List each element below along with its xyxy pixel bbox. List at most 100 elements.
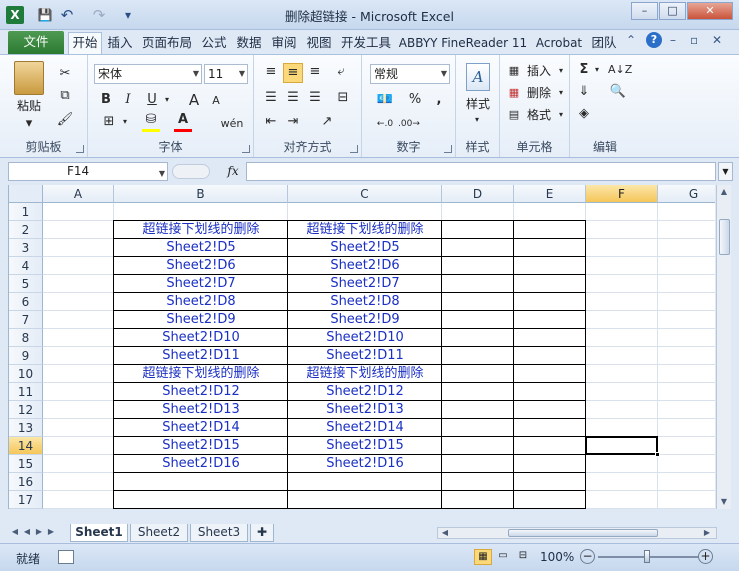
page-layout-view-icon[interactable]: ▭: [494, 549, 512, 565]
scroll-left-icon[interactable]: ◀: [440, 528, 450, 538]
align-left-icon[interactable]: ☰: [262, 89, 280, 107]
row-header-3[interactable]: 3: [9, 239, 43, 257]
tab-team[interactable]: 团队: [590, 34, 618, 54]
italic-button[interactable]: I: [120, 91, 136, 109]
cell-c9[interactable]: Sheet2!D11: [288, 347, 442, 365]
tab-insert[interactable]: 插入: [106, 34, 134, 54]
increase-indent-icon[interactable]: ⇥: [284, 113, 302, 131]
macro-record-icon[interactable]: [58, 550, 74, 564]
cell-b4[interactable]: Sheet2!D6: [114, 257, 288, 275]
fill-icon[interactable]: ⇓: [576, 83, 592, 101]
vertical-scrollbar[interactable]: ▲ ▼: [716, 185, 731, 509]
insert-dropdown-icon[interactable]: ▾: [556, 62, 566, 80]
doc-restore-icon[interactable]: ▫: [690, 33, 698, 47]
find-select-icon[interactable]: 🔍: [608, 83, 628, 101]
collapse-ribbon-icon[interactable]: ⌃: [626, 33, 636, 47]
cell-c7[interactable]: Sheet2!D9: [288, 311, 442, 329]
column-header-f[interactable]: F: [586, 185, 658, 203]
doc-minimize-icon[interactable]: –: [670, 33, 676, 47]
select-all-corner[interactable]: [9, 185, 43, 203]
align-top-icon[interactable]: ≡: [262, 63, 280, 81]
tab-home[interactable]: 开始: [68, 32, 102, 55]
cell-c15[interactable]: Sheet2!D16: [288, 455, 442, 473]
zoom-slider-thumb[interactable]: [644, 550, 650, 563]
paste-icon[interactable]: [14, 61, 44, 95]
font-launcher-icon[interactable]: [242, 145, 250, 153]
underline-button[interactable]: U: [144, 91, 160, 109]
delete-dropdown-icon[interactable]: ▾: [556, 84, 566, 102]
delete-cells-button[interactable]: 删除: [524, 84, 554, 102]
font-size-select[interactable]: 11 ▼: [204, 64, 248, 84]
vertical-scroll-thumb[interactable]: [719, 219, 730, 255]
formula-input[interactable]: [246, 162, 716, 181]
tab-review[interactable]: 审阅: [270, 34, 298, 54]
cell-b12[interactable]: Sheet2!D13: [114, 401, 288, 419]
cell-b3[interactable]: Sheet2!D5: [114, 239, 288, 257]
cell-c11[interactable]: Sheet2!D12: [288, 383, 442, 401]
cell-c3[interactable]: Sheet2!D5: [288, 239, 442, 257]
column-header-e[interactable]: E: [514, 185, 586, 203]
cell-b9[interactable]: Sheet2!D11: [114, 347, 288, 365]
column-header-a[interactable]: A: [43, 185, 114, 203]
prev-sheet-icon[interactable]: ◀: [22, 527, 32, 536]
row-header-14[interactable]: 14: [9, 437, 43, 455]
percent-button[interactable]: %: [408, 91, 422, 109]
number-format-select[interactable]: 常规 ▼: [370, 64, 450, 84]
increase-decimal-icon[interactable]: ←.0: [374, 115, 396, 133]
orientation-icon[interactable]: ↗: [316, 113, 338, 131]
tab-developer[interactable]: 开发工具: [340, 34, 392, 54]
zoom-in-button[interactable]: +: [698, 549, 713, 564]
clear-icon[interactable]: ◈: [576, 105, 592, 123]
copy-icon[interactable]: ⧉: [56, 87, 74, 105]
paste-button[interactable]: 粘贴: [8, 97, 50, 115]
tab-page-layout[interactable]: 页面布局: [141, 34, 193, 54]
page-break-view-icon[interactable]: ⊟: [514, 549, 532, 565]
insert-sheet-icon[interactable]: ✚: [250, 524, 274, 542]
tab-data[interactable]: 数据: [235, 34, 263, 54]
column-header-c[interactable]: C: [288, 185, 442, 203]
sheet-tab-sheet2[interactable]: Sheet2: [130, 524, 188, 542]
last-sheet-icon[interactable]: ▶: [46, 527, 56, 536]
sheet-tab-sheet3[interactable]: Sheet3: [190, 524, 248, 542]
row-header-2[interactable]: 2: [9, 221, 43, 239]
next-sheet-icon[interactable]: ▶: [34, 527, 44, 536]
cell-c8[interactable]: Sheet2!D10: [288, 329, 442, 347]
delete-cells-icon[interactable]: ▦: [506, 84, 522, 102]
horizontal-scroll-thumb[interactable]: [508, 529, 658, 537]
wrap-text-icon[interactable]: ⤶: [332, 63, 350, 81]
row-header-16[interactable]: 16: [9, 473, 43, 491]
decrease-decimal-icon[interactable]: .00→: [398, 115, 420, 133]
font-color-icon[interactable]: A: [174, 111, 192, 129]
tab-view[interactable]: 视图: [305, 34, 333, 54]
tab-abbyy[interactable]: ABBYY FineReader 11: [398, 34, 528, 54]
bold-button[interactable]: B: [98, 91, 114, 109]
row-header-13[interactable]: 13: [9, 419, 43, 437]
currency-icon[interactable]: 💶: [374, 91, 396, 109]
zoom-level[interactable]: 100%: [540, 550, 574, 564]
decrease-indent-icon[interactable]: ⇤: [262, 113, 280, 131]
row-header-15[interactable]: 15: [9, 455, 43, 473]
phonetic-button[interactable]: wén: [218, 115, 246, 133]
cell-b8[interactable]: Sheet2!D10: [114, 329, 288, 347]
zoom-out-button[interactable]: −: [580, 549, 595, 564]
align-bottom-icon[interactable]: ≡: [306, 63, 324, 81]
underline-dropdown-icon[interactable]: ▾: [162, 91, 172, 109]
comma-button[interactable]: ,: [432, 91, 446, 109]
active-cell-f14[interactable]: [585, 436, 658, 455]
format-cells-icon[interactable]: ▤: [506, 106, 522, 124]
shrink-font-button[interactable]: A: [208, 92, 224, 110]
cell-c2[interactable]: 超链接下划线的删除: [288, 221, 442, 239]
insert-function-button[interactable]: fx: [224, 162, 242, 181]
cell-c12[interactable]: Sheet2!D13: [288, 401, 442, 419]
row-header-1[interactable]: 1: [9, 203, 43, 221]
cell-c4[interactable]: Sheet2!D6: [288, 257, 442, 275]
maximize-button[interactable]: □: [659, 2, 686, 20]
help-icon[interactable]: ?: [646, 32, 662, 48]
column-header-d[interactable]: D: [442, 185, 514, 203]
align-middle-icon[interactable]: ≡: [283, 63, 303, 83]
first-sheet-icon[interactable]: ◀: [10, 527, 20, 536]
cell-c10[interactable]: 超链接下划线的删除: [288, 365, 442, 383]
worksheet-grid[interactable]: ABCDEFG123456789101112131415161718超链接下划线…: [8, 185, 715, 509]
cell-b11[interactable]: Sheet2!D12: [114, 383, 288, 401]
row-header-11[interactable]: 11: [9, 383, 43, 401]
